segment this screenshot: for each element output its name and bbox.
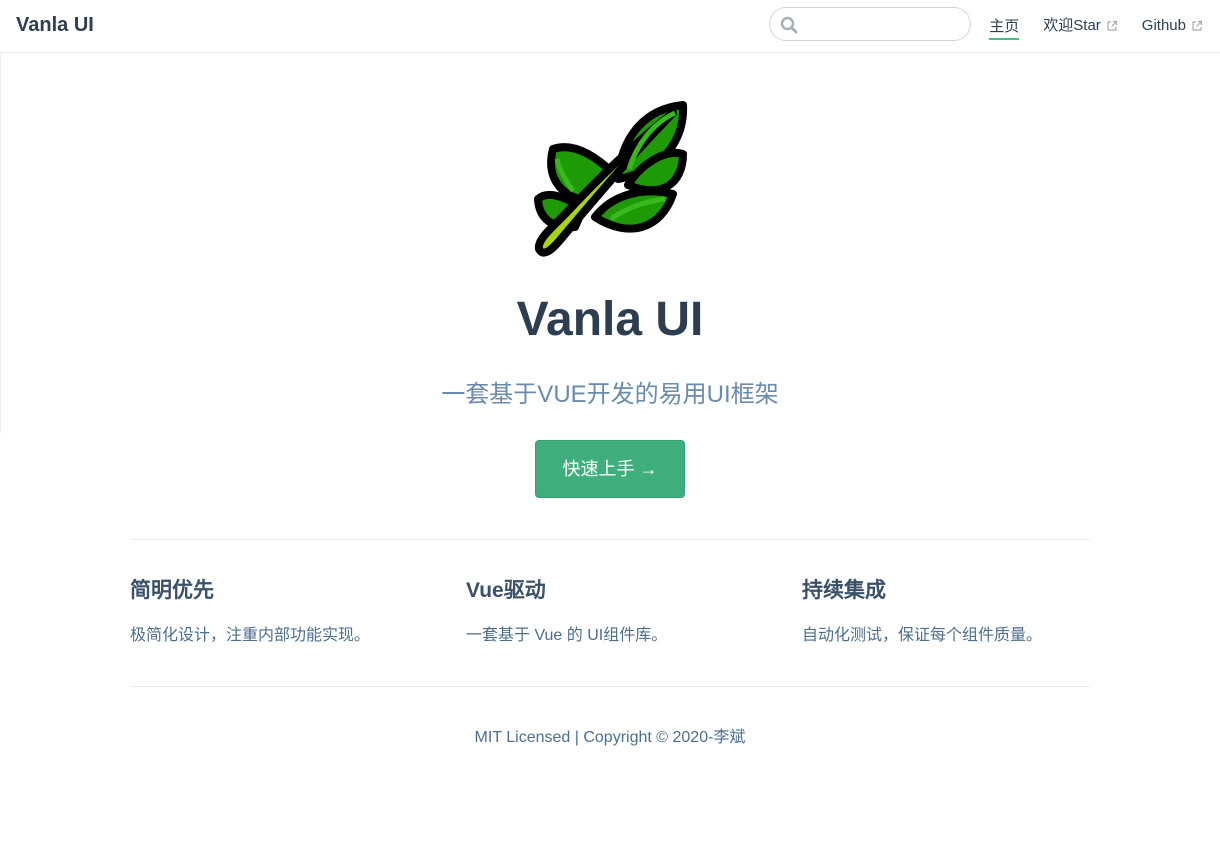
- search-box[interactable]: [769, 7, 971, 41]
- hero-title: Vanla UI: [516, 293, 704, 346]
- feature-title: Vue驱动: [466, 579, 546, 602]
- feature-details: 自动化测试，保证每个组件质量。: [802, 627, 1043, 644]
- nav-item-home[interactable]: 主页: [989, 16, 1020, 40]
- sidebar-edge: [0, 53, 1, 433]
- leaf-branch-logo: [534, 101, 688, 257]
- navbar: Vanla UI 主页 欢迎Star Github: [0, 0, 1220, 53]
- feature-item: 持续集成 自动化测试，保证每个组件质量。: [802, 572, 1122, 649]
- get-started-button[interactable]: 快速上手 →: [535, 440, 685, 498]
- feature-title: 持续集成: [802, 579, 886, 602]
- nav-item-label: Github: [1141, 17, 1186, 34]
- search-icon: [780, 16, 798, 34]
- site-name[interactable]: Vanla UI: [16, 12, 94, 38]
- divider: [130, 539, 1090, 540]
- external-link-icon: [1107, 20, 1117, 31]
- external-link-icon: [1192, 20, 1203, 31]
- footer-text: MIT Licensed | Copyright © 2020-李斌: [474, 729, 746, 746]
- nav-item-label: 欢迎Star: [1043, 17, 1101, 34]
- divider: [130, 686, 1090, 687]
- nav-item-star[interactable]: 欢迎Star: [1043, 15, 1118, 37]
- feature-title: 简明优先: [130, 579, 214, 602]
- feature-item: Vue驱动 一套基于 Vue 的 UI组件库。: [466, 572, 786, 649]
- feature-item: 简明优先 极简化设计，注重内部功能实现。: [130, 572, 450, 649]
- feature-details: 极简化设计，注重内部功能实现。: [130, 627, 371, 644]
- nav-links: 主页 欢迎Star Github: [965, 0, 1203, 52]
- feature-details: 一套基于 Vue 的 UI组件库。: [466, 627, 668, 644]
- nav-item-label: 主页: [989, 18, 1020, 35]
- nav-item-github[interactable]: Github: [1142, 15, 1203, 37]
- search-input[interactable]: [802, 12, 962, 36]
- hero-description: 一套基于VUE开发的易用UI框架: [441, 381, 779, 408]
